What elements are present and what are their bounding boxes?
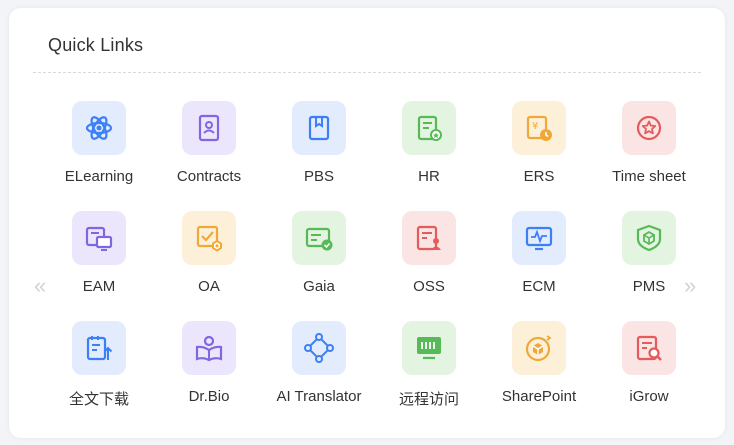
card-title: Quick Links: [48, 35, 144, 55]
star-circle-icon[interactable]: [622, 101, 676, 155]
remote-display-icon[interactable]: [402, 321, 456, 375]
hr-document-icon[interactable]: [402, 101, 456, 155]
quick-link-label: OA: [198, 278, 220, 295]
quick-link-label: AI Translator: [276, 388, 362, 405]
quick-link-item[interactable]: 远程访问: [374, 321, 484, 431]
svg-text:¥: ¥: [532, 121, 538, 132]
quick-link-label: Gaia: [303, 278, 335, 295]
quick-link-item[interactable]: SharePoint: [484, 321, 594, 431]
quick-link-item[interactable]: PMS: [594, 211, 704, 321]
reader-icon[interactable]: [182, 321, 236, 375]
quick-link-label: ECM: [522, 278, 556, 295]
quick-link-item[interactable]: PBS: [264, 101, 374, 211]
divider: [33, 72, 701, 73]
quick-link-item[interactable]: AI Translator: [264, 321, 374, 431]
quick-link-item[interactable]: OSS: [374, 211, 484, 321]
quick-link-item[interactable]: ¥ ERS: [484, 101, 594, 211]
quick-link-item[interactable]: Time sheet: [594, 101, 704, 211]
quick-link-label: HR: [418, 168, 440, 185]
share-cube-icon[interactable]: [512, 321, 566, 375]
quick-link-label: EAM: [82, 278, 116, 295]
quick-link-label: Dr.Bio: [188, 388, 230, 405]
quick-link-item[interactable]: Contracts: [154, 101, 264, 211]
cube-shield-icon[interactable]: [622, 211, 676, 265]
quick-link-item[interactable]: 全文下载: [44, 321, 154, 431]
quick-link-item[interactable]: EAM: [44, 211, 154, 321]
next-page-arrow[interactable]: »: [684, 275, 696, 297]
quick-link-label: 远程访问: [398, 391, 459, 408]
quick-link-item[interactable]: OA: [154, 211, 264, 321]
quick-link-item[interactable]: Gaia: [264, 211, 374, 321]
monitor-icon[interactable]: [72, 211, 126, 265]
quick-link-label: PMS: [632, 278, 666, 295]
pulse-monitor-icon[interactable]: [512, 211, 566, 265]
check-box-gear-icon[interactable]: [182, 211, 236, 265]
quick-link-label: iGrow: [629, 388, 669, 405]
search-document-icon[interactable]: [622, 321, 676, 375]
quick-links-grid: ELearning Contracts PBS HR ¥ ERS Time sheet EAM…: [44, 101, 704, 431]
quick-link-item[interactable]: HR: [374, 101, 484, 211]
quick-link-label: ELearning: [64, 168, 134, 185]
card-check-icon[interactable]: [292, 211, 346, 265]
user-document-icon[interactable]: [402, 211, 456, 265]
quick-link-label: Contracts: [176, 168, 242, 185]
quick-link-item[interactable]: Dr.Bio: [154, 321, 264, 431]
quick-link-label: ERS: [523, 168, 555, 185]
prev-page-arrow[interactable]: «: [34, 275, 46, 297]
book-icon[interactable]: [292, 101, 346, 155]
quick-link-label: 全文下载: [68, 391, 129, 408]
quick-link-label: Time sheet: [612, 168, 686, 185]
quick-link-label: PBS: [303, 168, 334, 185]
quick-link-item[interactable]: iGrow: [594, 321, 704, 431]
quick-link-item[interactable]: ELearning: [44, 101, 154, 211]
quick-links-card: Quick Links ELearning Contracts PBS HR ¥ ERS T…: [9, 8, 725, 438]
contract-icon[interactable]: [182, 101, 236, 155]
download-document-icon[interactable]: [72, 321, 126, 375]
nodes-icon[interactable]: [292, 321, 346, 375]
expense-clock-icon[interactable]: ¥: [512, 101, 566, 155]
quick-link-label: SharePoint: [501, 388, 577, 405]
atom-icon[interactable]: [72, 101, 126, 155]
quick-link-item[interactable]: ECM: [484, 211, 594, 321]
quick-link-label: OSS: [413, 278, 445, 295]
